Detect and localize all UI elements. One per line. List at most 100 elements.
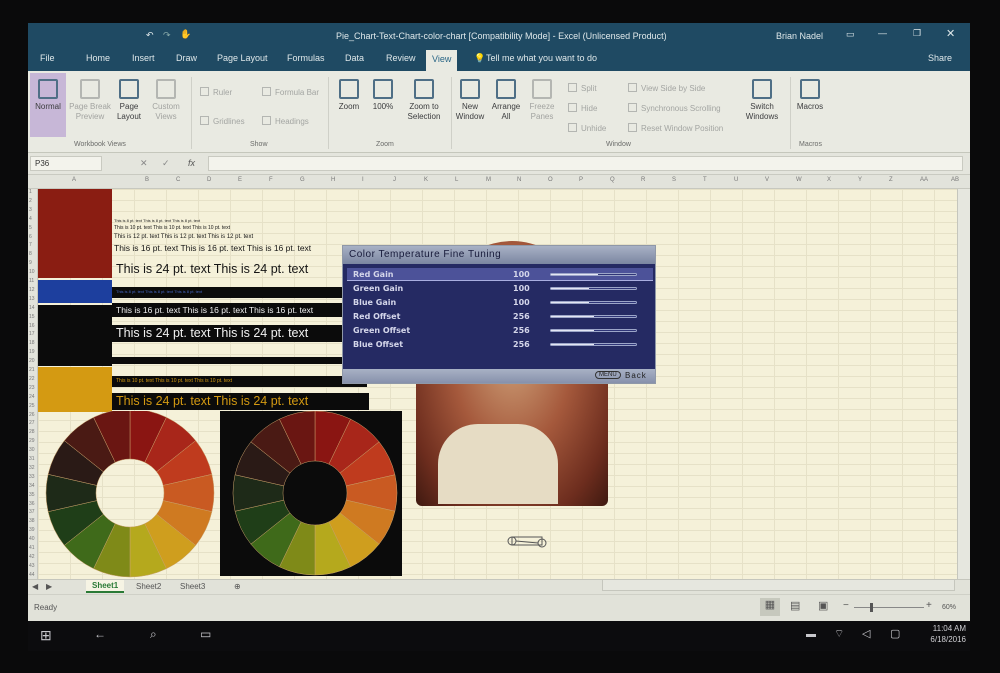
row-header[interactable]: 7: [29, 242, 32, 248]
tab-sheet3[interactable]: Sheet3: [180, 582, 205, 591]
column-header[interactable]: D: [207, 177, 211, 183]
clock-time[interactable]: 11:04 AM: [916, 624, 966, 633]
tab-draw[interactable]: Draw: [176, 53, 197, 63]
split-button[interactable]: Split: [568, 83, 597, 93]
tab-home[interactable]: Home: [86, 53, 110, 63]
connector-shape[interactable]: [506, 529, 550, 551]
tab-formulas[interactable]: Formulas: [287, 53, 325, 63]
row-header[interactable]: 3: [29, 207, 32, 213]
row-header[interactable]: 10: [29, 269, 35, 275]
column-header[interactable]: P: [579, 177, 583, 183]
zoom-in-icon[interactable]: +: [926, 600, 932, 611]
search-icon[interactable]: ⌕: [150, 627, 157, 642]
column-header[interactable]: C: [176, 177, 180, 183]
new-window-button[interactable]: New Window: [452, 79, 488, 122]
column-header[interactable]: M: [486, 177, 491, 183]
row-header[interactable]: 43: [29, 563, 35, 569]
page-break-view-icon[interactable]: ▣: [818, 599, 828, 612]
row-header[interactable]: 8: [29, 251, 32, 257]
column-header[interactable]: AA: [920, 177, 928, 183]
page-break-preview-button[interactable]: Page Break Preview: [68, 79, 112, 122]
undo-icon[interactable]: ↶: [146, 30, 154, 41]
row-header[interactable]: 38: [29, 518, 35, 524]
osd-row[interactable]: Blue Gain 100: [347, 296, 653, 309]
column-header[interactable]: O: [548, 177, 553, 183]
osd-slider-track[interactable]: [550, 315, 637, 318]
headings-checkbox[interactable]: Headings: [262, 116, 309, 126]
column-header[interactable]: F: [269, 177, 273, 183]
task-view-icon[interactable]: ▭: [200, 627, 211, 641]
row-header[interactable]: 5: [29, 225, 32, 231]
row-header[interactable]: 13: [29, 296, 35, 302]
osd-slider-track[interactable]: [550, 287, 637, 290]
row-header[interactable]: 34: [29, 483, 35, 489]
enter-icon[interactable]: ✓: [162, 158, 170, 169]
row-header[interactable]: 15: [29, 314, 35, 320]
row-header[interactable]: 39: [29, 527, 35, 533]
column-header[interactable]: A: [72, 177, 76, 183]
clock-date[interactable]: 6/18/2016: [916, 635, 966, 644]
tab-sheet1[interactable]: Sheet1: [86, 580, 125, 593]
row-header[interactable]: 20: [29, 358, 35, 364]
column-header[interactable]: B: [145, 177, 149, 183]
macros-button[interactable]: Macros: [792, 79, 828, 112]
user-name[interactable]: Brian Nadel: [776, 31, 823, 41]
view-side-by-side-button[interactable]: View Side by Side: [628, 83, 705, 93]
tab-sheet2[interactable]: Sheet2: [136, 582, 161, 591]
normal-view-icon[interactable]: ▦: [760, 598, 780, 616]
windows-start-icon[interactable]: ⊞: [40, 627, 52, 644]
scroll-left-icon[interactable]: ◀: [32, 582, 38, 591]
row-header[interactable]: 23: [29, 385, 35, 391]
zoom-slider[interactable]: [854, 607, 924, 608]
column-header[interactable]: J: [393, 177, 396, 183]
close-icon[interactable]: ✕: [946, 27, 955, 40]
zoom-out-icon[interactable]: −: [843, 600, 849, 611]
formula-bar-checkbox[interactable]: Formula Bar: [262, 87, 319, 97]
tab-page-layout[interactable]: Page Layout: [217, 53, 268, 63]
row-header[interactable]: 28: [29, 429, 35, 435]
name-box[interactable]: P36: [30, 156, 102, 171]
column-header[interactable]: N: [517, 177, 521, 183]
row-header[interactable]: 26: [29, 412, 35, 418]
wifi-icon[interactable]: ⌔: [834, 627, 844, 641]
column-header[interactable]: X: [827, 177, 831, 183]
zoom-to-selection-button[interactable]: Zoom to Selection: [402, 79, 446, 122]
row-header[interactable]: 1: [29, 189, 32, 195]
page-layout-view-icon[interactable]: ▤: [790, 599, 800, 612]
tell-me-box[interactable]: Tell me what you want to do: [486, 53, 597, 63]
scroll-right-icon[interactable]: ▶: [46, 582, 52, 591]
row-header[interactable]: 14: [29, 305, 35, 311]
row-header[interactable]: 6: [29, 234, 32, 240]
row-header[interactable]: 24: [29, 394, 35, 400]
osd-row[interactable]: Green Gain 100: [347, 282, 653, 295]
osd-row[interactable]: Blue Offset 256: [347, 338, 653, 351]
column-header[interactable]: R: [641, 177, 645, 183]
share-button[interactable]: Share: [928, 53, 952, 63]
row-header[interactable]: 42: [29, 554, 35, 560]
column-header[interactable]: T: [703, 177, 707, 183]
row-header[interactable]: 22: [29, 376, 35, 382]
normal-view-button[interactable]: Normal: [30, 73, 66, 137]
tab-data[interactable]: Data: [345, 53, 364, 63]
page-layout-view-button[interactable]: Page Layout: [114, 79, 144, 122]
row-header[interactable]: 31: [29, 456, 35, 462]
column-header[interactable]: L: [455, 177, 458, 183]
osd-row[interactable]: Green Offset 256: [347, 324, 653, 337]
row-header[interactable]: 36: [29, 501, 35, 507]
tab-insert[interactable]: Insert: [132, 53, 155, 63]
new-sheet-icon[interactable]: ⊕: [234, 582, 241, 591]
row-header[interactable]: 35: [29, 492, 35, 498]
tab-review[interactable]: Review: [386, 53, 416, 63]
zoom-level[interactable]: 60%: [942, 604, 956, 611]
horizontal-scrollbar[interactable]: [602, 579, 955, 591]
minimize-icon[interactable]: —: [878, 28, 887, 38]
column-header[interactable]: K: [424, 177, 428, 183]
row-header[interactable]: 41: [29, 545, 35, 551]
column-header[interactable]: Q: [610, 177, 615, 183]
column-header[interactable]: AB: [951, 177, 959, 183]
row-header[interactable]: 11: [29, 278, 34, 284]
row-header[interactable]: 44: [29, 572, 35, 578]
row-header[interactable]: 19: [29, 349, 35, 355]
osd-slider-track[interactable]: [550, 301, 637, 304]
column-header[interactable]: E: [238, 177, 242, 183]
